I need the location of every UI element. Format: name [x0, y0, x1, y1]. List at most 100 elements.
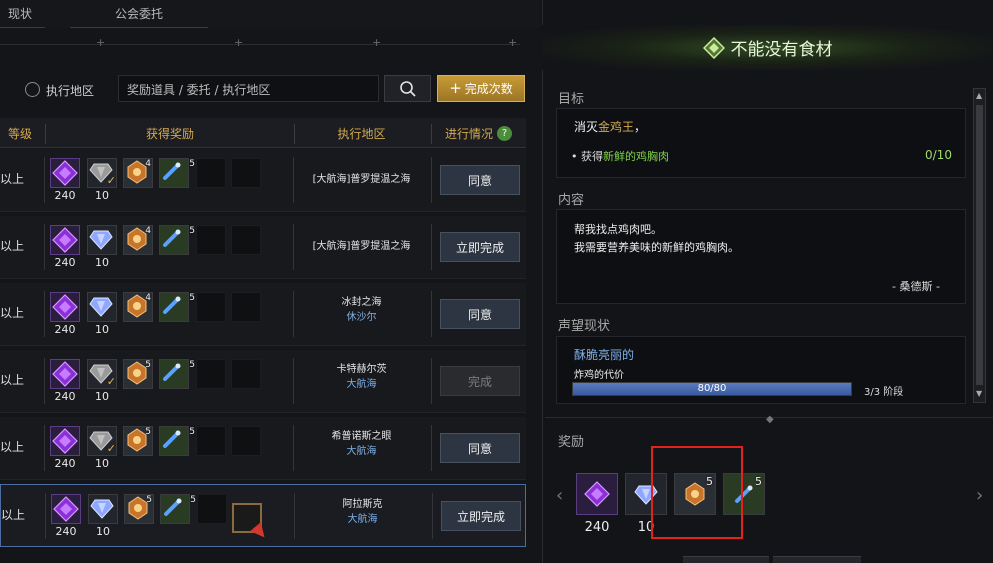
reward-slot[interactable]: ✓: [87, 359, 117, 389]
table-row[interactable]: 以上 240 ✓ 10 5 5 卡特赫尔茨 大航海 完成: [0, 350, 526, 413]
reputation-box: 酥脆亮丽的 炸鸡的代价 80/80 3/3 阶段: [556, 336, 966, 404]
table-row[interactable]: 以上 240 10 4 5 [大航海]普罗提温之海 立即完成: [0, 216, 526, 279]
row-action-button[interactable]: 立即完成: [440, 232, 520, 262]
chevron-left-icon[interactable]: ‹: [556, 485, 563, 506]
reward-amount: 240: [54, 256, 76, 269]
item-count: 5: [189, 159, 195, 169]
reward-slot[interactable]: [50, 359, 80, 389]
empty-slot: [231, 158, 261, 188]
goal-header: 目标: [558, 92, 585, 107]
reward-slot[interactable]: 5: [123, 359, 153, 389]
scroll-down-icon[interactable]: ▼: [976, 389, 982, 398]
reward-slot[interactable]: [576, 473, 618, 515]
reward-amount: 240: [584, 520, 610, 535]
top-tab-bar: 现状 公会委托: [0, 0, 540, 28]
help-icon[interactable]: ?: [497, 125, 512, 141]
gem-icon: [52, 160, 78, 186]
empty-slot: [196, 359, 226, 389]
reward-slot[interactable]: [50, 426, 80, 456]
content-line: 我需要营养美味的新鲜的鸡胸肉。: [574, 241, 739, 254]
reward-slot[interactable]: 4: [123, 292, 153, 322]
reward-slot[interactable]: 5: [160, 494, 196, 524]
tab-status[interactable]: 现状: [0, 0, 40, 27]
reward-slot[interactable]: 5: [159, 292, 195, 322]
gem-icon: [53, 496, 79, 522]
check-icon: ✓: [106, 174, 116, 187]
reward-slot[interactable]: 4: [123, 225, 153, 255]
content-header: 内容: [558, 193, 585, 208]
region-radio[interactable]: [25, 82, 40, 97]
header-rewards: 获得奖励: [145, 126, 194, 141]
gem-icon: [52, 227, 78, 253]
table-row[interactable]: 以上 240 10 4 5 冰封之海 休沙尔 同意: [0, 283, 526, 346]
bottom-button[interactable]: [683, 556, 769, 563]
empty-slot: [231, 292, 261, 322]
scroll-thumb[interactable]: [976, 105, 983, 385]
potion-icon: [163, 430, 181, 448]
reward-amount: 10: [95, 189, 109, 202]
search-input[interactable]: 奖励道具 / 委托 / 执行地区: [118, 75, 379, 102]
row-divider: [431, 291, 432, 337]
reward-slot[interactable]: 5: [123, 426, 153, 456]
row-divider: [45, 493, 46, 539]
reward-amount: 10: [95, 323, 109, 336]
check-icon: ✓: [106, 442, 116, 455]
reward-slot[interactable]: [50, 292, 80, 322]
chevron-right-icon[interactable]: ›: [976, 485, 983, 506]
empty-slot: [196, 158, 226, 188]
row-action-button[interactable]: 同意: [440, 433, 520, 463]
reward-slot[interactable]: [50, 158, 80, 188]
row-region: 希普诺斯之眼 大航海: [331, 431, 392, 457]
row-action-button: 完成: [440, 366, 520, 396]
complete-count-label: 完成次数: [464, 82, 513, 96]
item-count: 5: [189, 226, 195, 236]
reward-slot[interactable]: 5: [159, 359, 195, 389]
goal-text: 消灭金鸡王，: [574, 120, 647, 134]
reward-slot[interactable]: [88, 494, 118, 524]
table-row[interactable]: 以上 240 ✓ 10 4 5 [大航海]普罗提温之海 同意: [0, 149, 526, 212]
row-action-button[interactable]: 同意: [440, 299, 520, 329]
sub-goal-progress: 0/10: [925, 148, 952, 162]
reward-amount: 240: [54, 189, 76, 202]
empty-slot: [231, 426, 261, 456]
row-level: 以上: [0, 373, 25, 387]
search-button[interactable]: [384, 75, 431, 102]
potion-icon: [163, 229, 181, 247]
reputation-header: 声望现状: [558, 319, 611, 334]
row-divider: [44, 425, 45, 471]
scroll-up-icon[interactable]: ▲: [976, 91, 982, 100]
header-status: 进行情况?: [431, 118, 526, 148]
row-action-button[interactable]: 同意: [440, 165, 520, 195]
reward-slot[interactable]: 5: [159, 158, 195, 188]
divider-ornament: ◆: [766, 414, 774, 425]
reward-slot[interactable]: [87, 225, 117, 255]
row-divider: [44, 358, 45, 404]
reward-slot[interactable]: 5: [159, 426, 195, 456]
reward-slot[interactable]: 4: [123, 158, 153, 188]
complete-count-button[interactable]: + 完成次数: [437, 75, 525, 102]
reward-slot[interactable]: 5: [124, 494, 154, 524]
item-count: 5: [189, 360, 195, 370]
row-level: 以上: [0, 239, 25, 253]
reward-slot[interactable]: ✓: [87, 426, 117, 456]
gem-icon: [584, 481, 610, 507]
reward-slot[interactable]: ✓: [87, 158, 117, 188]
item-count: 4: [145, 159, 151, 169]
table-row[interactable]: 以上 240 ✓ 10 5 5 希普诺斯之眼 大航海 同意: [0, 417, 526, 480]
reward-header: 奖励: [558, 435, 585, 450]
table-header: 等级 获得奖励 执行地区 进行情况?: [0, 118, 526, 148]
crystal-icon: [90, 499, 114, 519]
row-action-button[interactable]: 立即完成: [441, 501, 521, 531]
reward-slot[interactable]: [51, 494, 81, 524]
reward-amount: 240: [54, 323, 76, 336]
goal-box: 消灭金鸡王， • 获得新鲜的鸡胸肉 0/10: [556, 108, 966, 178]
empty-slot: [196, 292, 226, 322]
scrollbar[interactable]: ▲ ▼: [973, 88, 986, 403]
tab-guild-request[interactable]: 公会委托: [70, 0, 208, 27]
reward-slot[interactable]: [50, 225, 80, 255]
reward-slot[interactable]: [87, 292, 117, 322]
bottom-button[interactable]: [773, 556, 861, 563]
table-row[interactable]: 以上 240 10 5 5 阿拉斯克 大航海 立即完成: [0, 484, 526, 547]
reward-slot[interactable]: 5: [159, 225, 195, 255]
gem-icon: [52, 361, 78, 387]
